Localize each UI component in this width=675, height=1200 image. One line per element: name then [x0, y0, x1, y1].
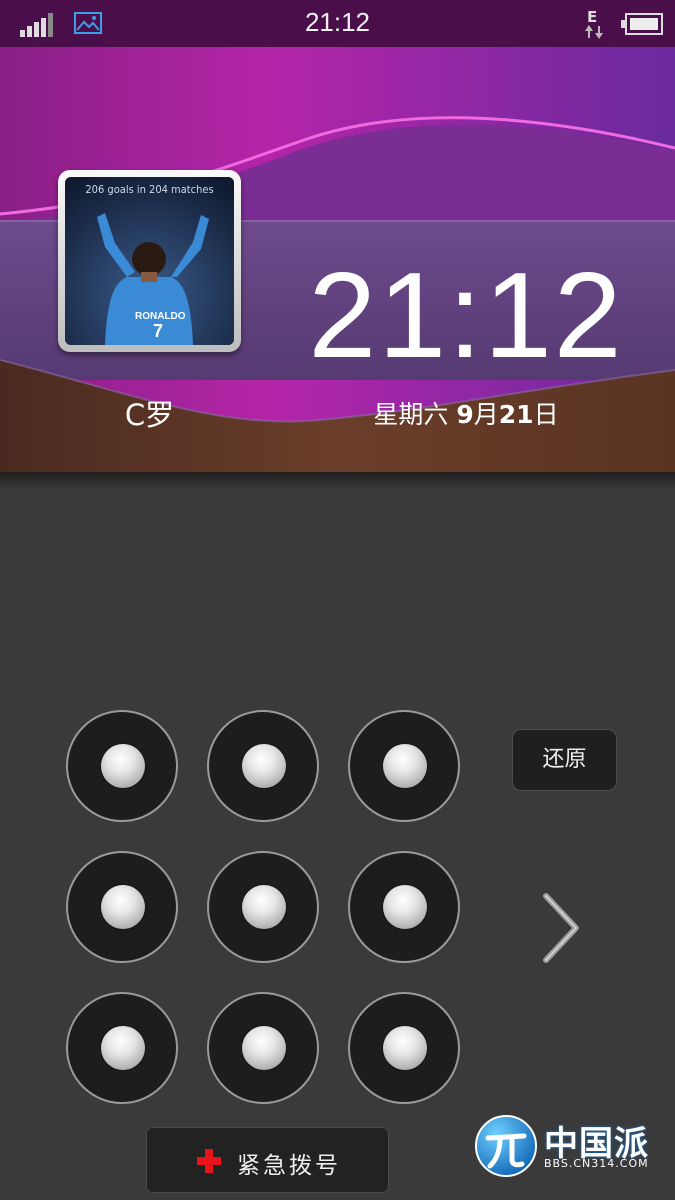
pattern-dot-7[interactable]	[66, 992, 178, 1104]
lockscreen-date: 星期六 9月21日	[296, 395, 636, 431]
emergency-call-label: 紧急拨号	[237, 1153, 341, 1179]
network-type-icon: E	[583, 8, 607, 40]
site-watermark: 中国派 BBS.CN314.COM	[470, 1110, 675, 1200]
header-shadow	[0, 472, 675, 490]
month-value: 9	[456, 400, 474, 429]
restore-button[interactable]: 还原	[512, 729, 617, 791]
pattern-dot-9[interactable]	[348, 992, 460, 1104]
pattern-dot-5[interactable]	[207, 851, 319, 963]
contact-name: C罗	[124, 398, 175, 432]
month-suffix: 月	[473, 400, 499, 429]
svg-text:7: 7	[153, 321, 163, 341]
pattern-dot-8[interactable]	[207, 992, 319, 1104]
status-time: 21:12	[304, 7, 371, 37]
chevron-right-icon[interactable]	[540, 890, 584, 966]
photo-caption: 206 goals in 204 matches	[85, 183, 214, 196]
emergency-call-button[interactable]: 紧急拨号	[146, 1127, 389, 1193]
pattern-dot-3[interactable]	[348, 710, 460, 822]
watermark-url: BBS.CN314.COM	[544, 1157, 649, 1170]
pattern-dot-1[interactable]	[66, 710, 178, 822]
lockscreen-clock: 21:12	[308, 247, 624, 383]
watermark-logo-icon	[475, 1115, 537, 1177]
battery-icon	[621, 13, 663, 35]
contact-photo-frame[interactable]: RONALDO 7 206 goals in 204 matches	[58, 170, 241, 352]
contact-photo: RONALDO 7 206 goals in 204 matches	[65, 177, 234, 345]
day-value: 21	[498, 400, 534, 429]
pattern-dot-4[interactable]	[66, 851, 178, 963]
weekday-label: 星期六	[373, 400, 449, 429]
pattern-dot-2[interactable]	[207, 710, 319, 822]
day-suffix: 日	[533, 400, 559, 429]
pattern-dot-6[interactable]	[348, 851, 460, 963]
status-bar: 21:12 E	[0, 0, 675, 47]
red-cross-icon	[197, 1149, 221, 1173]
